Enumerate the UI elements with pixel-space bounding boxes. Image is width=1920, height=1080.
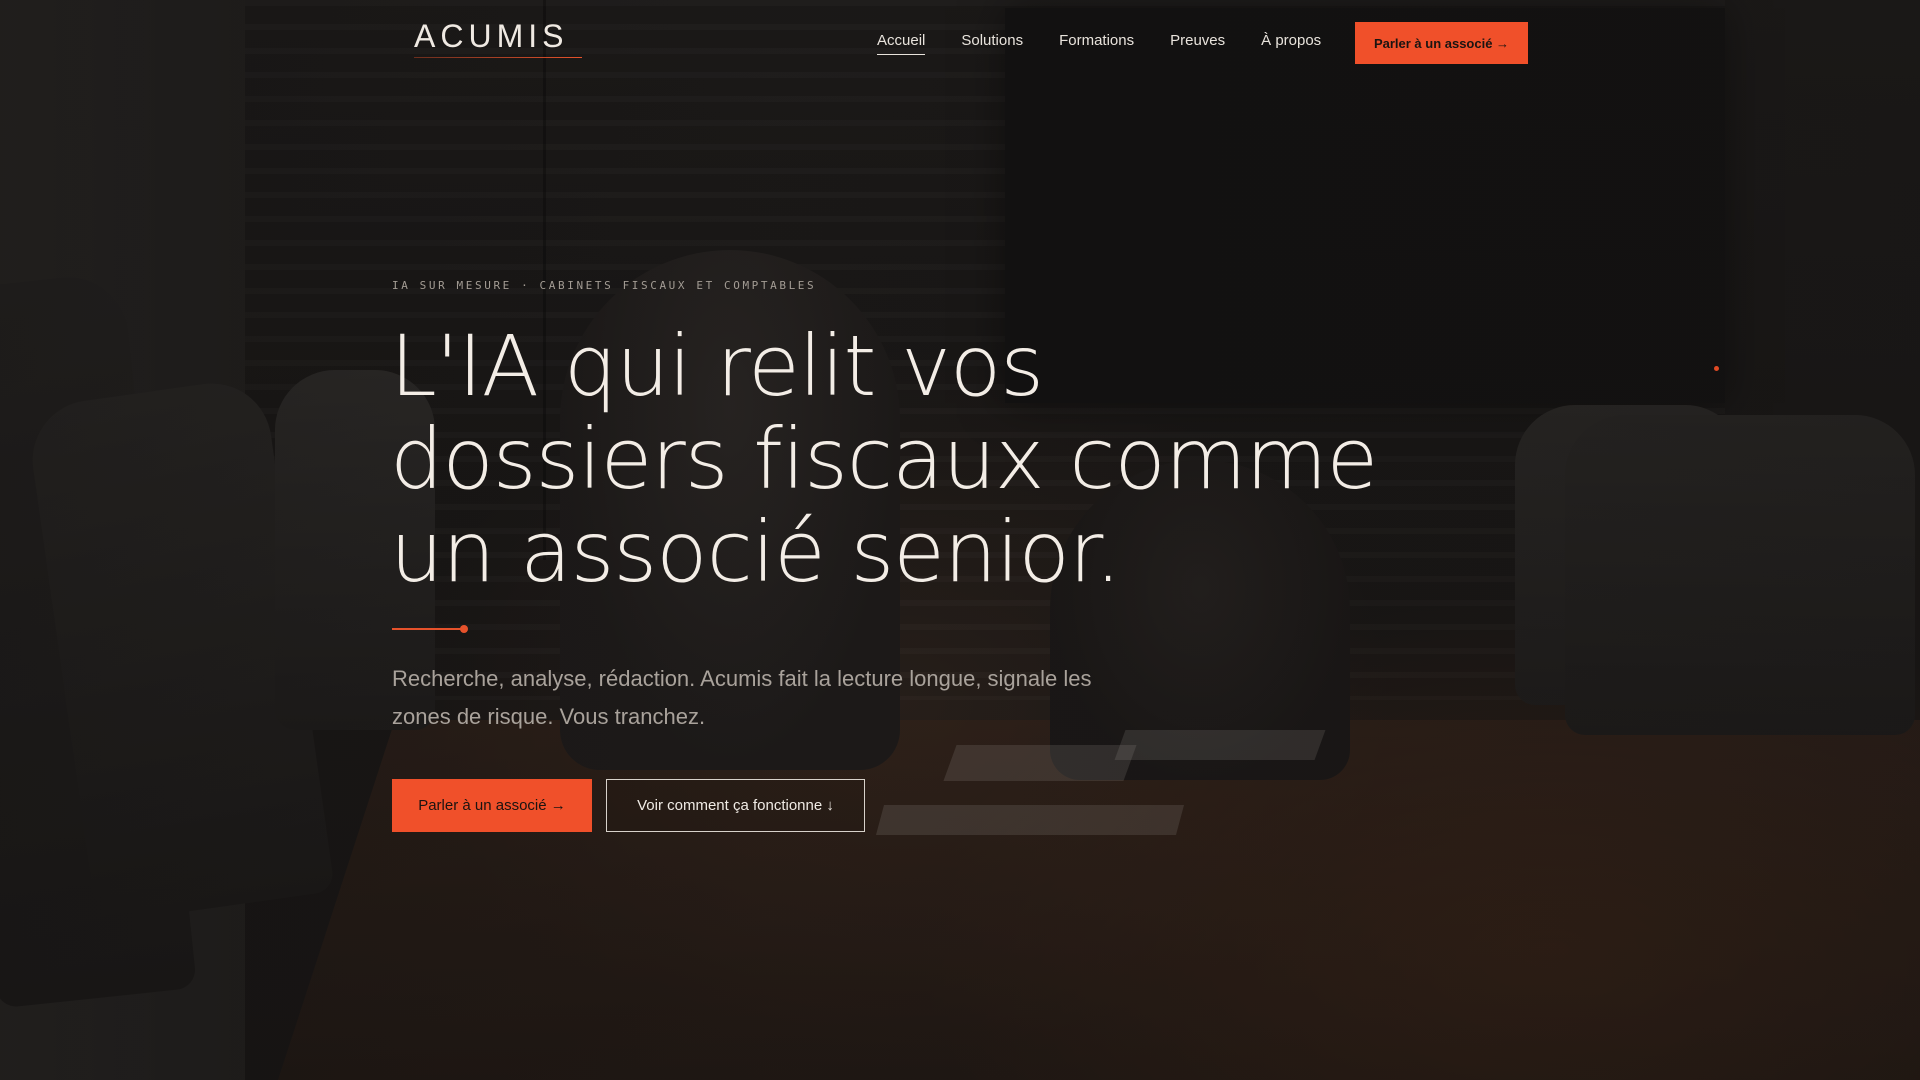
hero-headline: L'IA qui relit vos dossiers fiscaux comm… <box>390 320 1390 599</box>
logo-underline <box>414 57 582 58</box>
top-navigation: ACUMIS Accueil Solutions Formations Preu… <box>0 0 1920 90</box>
background-paper <box>875 805 1185 835</box>
nav-contact-button[interactable]: Parler à un associé → <box>1355 22 1528 64</box>
headline-line: L'IA qui relit vos <box>390 317 1044 415</box>
background-paper <box>943 745 1137 781</box>
logo[interactable]: ACUMIS <box>414 18 582 58</box>
background-chair <box>0 271 198 1009</box>
hero-eyebrow: IA SUR MESURE · CABINETS FISCAUX ET COMP… <box>392 279 817 292</box>
headline-line: un associé senior. <box>390 503 1121 601</box>
background-chair <box>24 375 336 925</box>
hero-section: ACUMIS Accueil Solutions Formations Preu… <box>0 0 1920 1080</box>
see-how-it-works-button[interactable]: Voir comment ça fonctionne ↓ <box>606 779 865 832</box>
nav-link-preuves[interactable]: Preuves <box>1170 32 1225 55</box>
accent-divider <box>392 628 464 630</box>
background-table <box>265 720 1920 1080</box>
talk-to-partner-button[interactable]: Parler à un associé → <box>392 779 592 832</box>
background-chair <box>1565 415 1915 735</box>
nav-link-solutions[interactable]: Solutions <box>961 32 1023 55</box>
background-chair <box>1515 405 1745 705</box>
background-accent-dot <box>1714 366 1719 371</box>
nav-links: Accueil Solutions Formations Preuves À p… <box>877 32 1357 55</box>
nav-link-accueil[interactable]: Accueil <box>877 32 926 55</box>
headline-line: dossiers fiscaux comme <box>390 410 1378 508</box>
background-wall <box>0 0 245 1080</box>
logo-text: ACUMIS <box>414 18 569 54</box>
nav-link-a-propos[interactable]: À propos <box>1261 32 1321 55</box>
nav-link-formations[interactable]: Formations <box>1059 32 1134 55</box>
hero-subtitle: Recherche, analyse, rédaction. Acumis fa… <box>392 666 1092 729</box>
accent-divider-dot <box>460 625 468 633</box>
